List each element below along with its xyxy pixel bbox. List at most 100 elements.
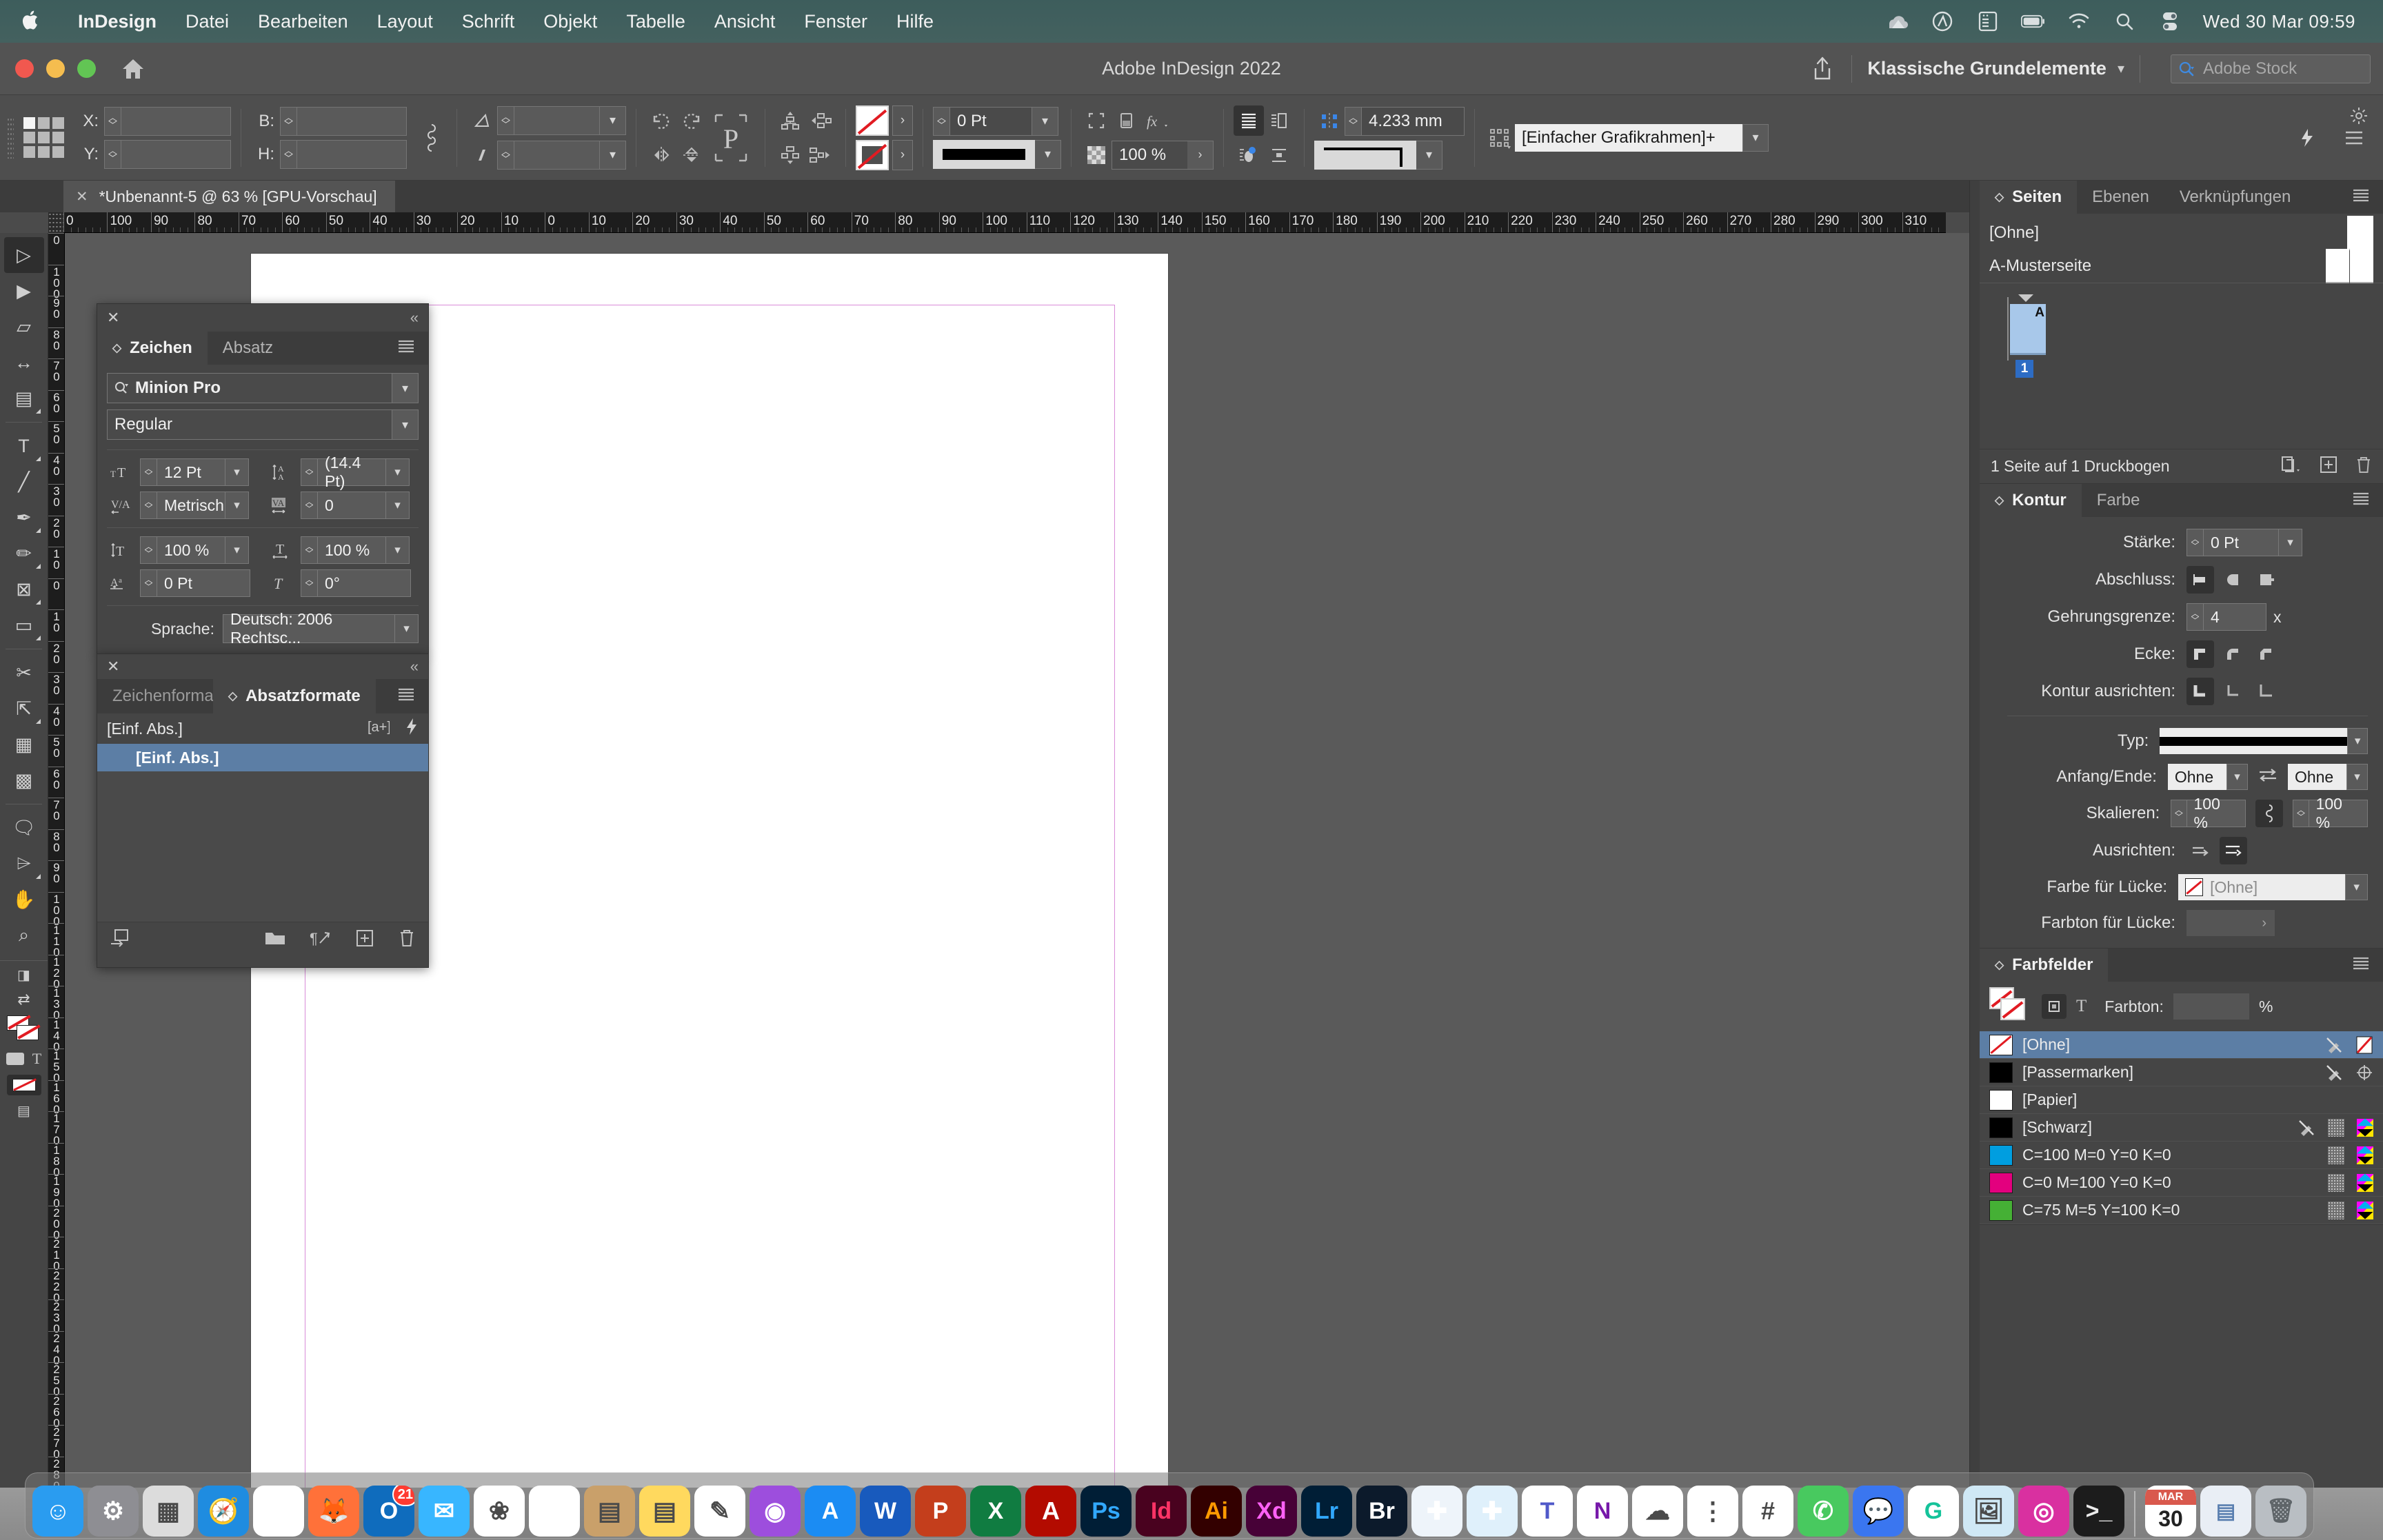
dock-item-photoshop[interactable]: Ps	[1080, 1486, 1132, 1537]
screen-mode-icon[interactable]: ▤	[17, 1102, 30, 1119]
rotate-cw-icon[interactable]	[676, 105, 707, 136]
collapse-icon[interactable]: «	[410, 658, 419, 676]
start-arrow-dropdown[interactable]: ▾	[2226, 764, 2248, 790]
object-style-dropdown[interactable]: ▾	[1742, 123, 1769, 152]
toggles-icon[interactable]	[2158, 9, 2182, 34]
dock-item-slack[interactable]: #	[1742, 1486, 1793, 1537]
dock-item-adobe-xd[interactable]: Xd	[1246, 1486, 1297, 1537]
gradient-feather-tool[interactable]: ▩	[4, 762, 44, 798]
stroke-color-swatch[interactable]	[856, 139, 889, 170]
default-fill-stroke-icon[interactable]: ◨	[17, 966, 30, 984]
list-item[interactable]: [Einf. Abs.]	[97, 744, 428, 771]
swatch-row[interactable]: [Ohne]	[1980, 1031, 2383, 1059]
end-arrow-select[interactable]: Ohne	[2287, 764, 2347, 790]
width-input[interactable]	[296, 106, 407, 136]
menu-bearbeiten[interactable]: Bearbeiten	[243, 6, 363, 37]
constrain-proportions-icon[interactable]	[416, 123, 447, 153]
frame-corner-preview[interactable]	[1314, 140, 1416, 170]
scale-end-stepper[interactable]: ︿ ﹀	[2293, 800, 2309, 827]
tab-seiten[interactable]: ◇ Seiten	[1980, 181, 2078, 214]
vertical-scale-dropdown[interactable]: ▾	[225, 536, 249, 564]
text-wrap-none-icon[interactable]	[1234, 105, 1264, 136]
dock-item-asana[interactable]: ⋮	[1687, 1486, 1738, 1537]
horizontal-scale-dropdown[interactable]: ▾	[386, 536, 410, 564]
horizontal-scale-input[interactable]: 100 %	[317, 536, 386, 564]
swap-arrows-icon[interactable]	[2258, 767, 2278, 788]
height-input[interactable]	[296, 139, 407, 169]
tab-ebenen[interactable]: Ebenen	[2077, 181, 2164, 214]
stroke-weight-dropdown[interactable]: ▾	[1032, 106, 1058, 136]
tab-absatzformate[interactable]: ◇ Absatzformate	[213, 679, 376, 713]
font-style-input[interactable]: Regular	[107, 409, 392, 440]
language-input[interactable]: Deutsch: 2006 Rechtsc...	[223, 610, 395, 647]
close-icon[interactable]: ✕	[107, 309, 119, 327]
rotate-ccw-icon[interactable]	[646, 105, 676, 136]
dock-item-contacts[interactable]: ▤	[584, 1486, 635, 1537]
menu-layout[interactable]: Layout	[363, 6, 448, 37]
adobe-cc-icon[interactable]	[1930, 9, 1955, 34]
menubar-clock[interactable]: Wed 30 Mar 09:59	[2203, 11, 2355, 32]
stroke-type-dropdown[interactable]: ▾	[2347, 728, 2368, 754]
apple-logo-icon[interactable]	[19, 9, 43, 34]
apply-to-object-icon[interactable]	[2042, 994, 2067, 1019]
scale-x-dropdown[interactable]: ▾	[600, 105, 626, 135]
hand-tool[interactable]: ✋	[4, 882, 44, 918]
font-size-input[interactable]: 12 Pt	[157, 458, 225, 486]
tab-farbe[interactable]: Farbe	[2082, 484, 2155, 517]
maximize-window-button[interactable]	[77, 59, 96, 78]
page-thumbnail[interactable]: A	[2010, 304, 2046, 355]
selection-tool[interactable]: ▷	[3, 237, 44, 273]
spotlight-search-icon[interactable]	[2112, 9, 2137, 34]
dock-item-podcasts[interactable]: ◉	[750, 1486, 801, 1537]
quick-apply-icon[interactable]	[405, 718, 419, 740]
scale-x-stepper[interactable]: ︿ ﹀	[497, 105, 514, 135]
swatch-row[interactable]: [Schwarz]	[1980, 1114, 2383, 1142]
dock-item-firefox[interactable]: 🦊	[308, 1486, 359, 1537]
align-outside-stroke-icon[interactable]	[2253, 678, 2280, 705]
swatch-row[interactable]: C=0 M=100 Y=0 K=0	[1980, 1169, 2383, 1197]
menu-tabelle[interactable]: Tabelle	[612, 6, 700, 37]
stroke-proxy-swatch[interactable]	[2000, 998, 2025, 1020]
vertical-ruler[interactable]: 0100908070605040302010010203040506070809…	[48, 233, 65, 1488]
fill-stroke-proxy[interactable]	[6, 1015, 41, 1043]
panel-menu-icon[interactable]	[2351, 492, 2383, 509]
gradient-swatch-tool[interactable]: ▦	[4, 727, 44, 762]
tab-absatz[interactable]: Absatz	[208, 332, 288, 365]
kerning-dropdown[interactable]: ▾	[225, 492, 249, 519]
workspace-selector-label[interactable]: Klassische Grundelemente	[1867, 58, 2107, 79]
flip-vertical-icon[interactable]	[676, 140, 707, 170]
height-stepper[interactable]: ︿ ﹀	[280, 139, 296, 169]
container-content-selector-icon[interactable]: P	[707, 108, 755, 168]
font-style-dropdown[interactable]: ▾	[392, 409, 419, 440]
dock-item-swiss-app-1[interactable]: ✚	[1411, 1486, 1462, 1537]
miter-input[interactable]: 4	[2203, 603, 2266, 631]
y-stepper[interactable]: ︿ ﹀	[104, 139, 121, 169]
font-family-input[interactable]: Minion Pro	[107, 373, 392, 403]
dock-item-preview[interactable]: 🖼	[1963, 1486, 2014, 1537]
type-tool[interactable]: T	[4, 428, 44, 464]
gutter-input[interactable]: 4.233 mm	[1361, 106, 1465, 136]
share-icon[interactable]	[1809, 54, 1836, 84]
menu-schrift[interactable]: Schrift	[448, 6, 530, 37]
dock-item-photos[interactable]: ❀	[474, 1486, 525, 1537]
stroke-type-dropdown[interactable]: ▾	[1035, 139, 1061, 169]
dock-item-downloads-stack[interactable]: ▤	[2200, 1486, 2251, 1537]
minimize-window-button[interactable]	[46, 59, 65, 78]
font-size-stepper[interactable]: ︿ ﹀	[140, 458, 157, 486]
scale-y-stepper[interactable]: ︿ ﹀	[497, 140, 514, 170]
dock-item-onedrive[interactable]: ☁	[1632, 1486, 1683, 1537]
corner-options-icon[interactable]	[1081, 105, 1112, 136]
swatches-list[interactable]: [Ohne] [Passermarken] [Papier] [Schwarz] C=1…	[1980, 1031, 2383, 1224]
bring-to-front-icon[interactable]	[775, 105, 805, 136]
formatting-affects-text-icon[interactable]: T	[32, 1050, 41, 1068]
fill-color-swatch[interactable]	[856, 105, 889, 136]
styles-list[interactable]: [Einf. Abs.]	[97, 744, 428, 922]
align-center-stroke-icon[interactable]	[2186, 678, 2214, 705]
master-row-a[interactable]: A-Musterseite	[1980, 249, 2383, 283]
swap-fill-stroke-icon[interactable]: ⇄	[17, 991, 30, 1009]
stroke-weight-stepper[interactable]: ︿ ﹀	[933, 106, 949, 136]
page-number[interactable]: 1	[2015, 360, 2033, 378]
new-style-from-selection-icon[interactable]: [a+]	[366, 718, 391, 740]
text-wrap-bounding-icon[interactable]	[1264, 105, 1294, 136]
new-page-icon[interactable]	[2320, 456, 2337, 478]
